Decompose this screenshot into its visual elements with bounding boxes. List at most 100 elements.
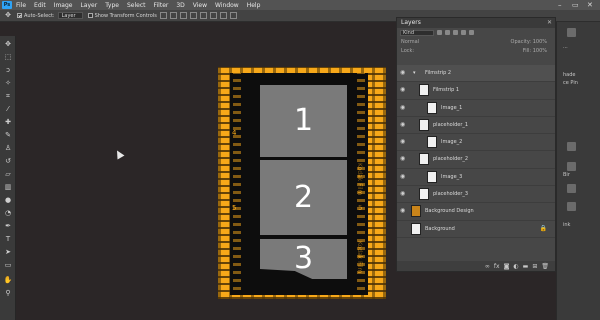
- layer-name: placeholder_1: [433, 121, 469, 128]
- layer-kind-filter[interactable]: Kind: [400, 29, 434, 36]
- filter-shape-icon[interactable]: [461, 30, 466, 35]
- minimize-icon[interactable]: –: [558, 1, 562, 9]
- type-icon[interactable]: T: [3, 235, 13, 244]
- panel-icon-2[interactable]: [567, 162, 576, 171]
- panel-icon-4[interactable]: [567, 202, 576, 211]
- layers-panel-tab[interactable]: Layers ✕: [397, 18, 555, 28]
- transform-controls-option[interactable]: Show Transform Controls: [87, 13, 157, 19]
- film-frame-number: 5: [358, 204, 363, 212]
- photo-placeholder-3[interactable]: 3: [260, 239, 347, 279]
- maximize-icon[interactable]: ▭: [572, 1, 579, 9]
- close-panel-icon[interactable]: ✕: [547, 18, 552, 28]
- trash-icon[interactable]: 🗑: [541, 263, 549, 270]
- layer-row[interactable]: ◉ Filmstrip 1: [397, 82, 555, 100]
- history-brush-icon[interactable]: ↺: [3, 157, 13, 166]
- layer-row[interactable]: ◉ ▾ Filmstrip 2: [397, 65, 555, 83]
- panel-icon-1[interactable]: [567, 142, 576, 151]
- align-left-icon[interactable]: [189, 12, 197, 19]
- menu-edit[interactable]: Edit: [30, 2, 50, 9]
- layer-thumbnail: [427, 136, 437, 149]
- layer-row[interactable]: ◉ Background Design: [397, 203, 555, 221]
- document-canvas[interactable]: 1 2 3 4 5 5 Kodak Film Kodak Film: [218, 67, 386, 299]
- shape-icon[interactable]: ▭: [3, 261, 13, 270]
- filter-smart-icon[interactable]: [469, 30, 474, 35]
- distribute-icon[interactable]: [219, 12, 227, 19]
- layer-row[interactable]: ◉ placeholder_3: [397, 186, 555, 204]
- folder-icon[interactable]: ▬: [523, 263, 529, 270]
- close-icon[interactable]: ✕: [587, 1, 593, 9]
- layer-row[interactable]: ◉ Image_3: [397, 169, 555, 187]
- photo-placeholder-2[interactable]: 2: [260, 160, 347, 235]
- menu-filter[interactable]: Filter: [150, 2, 173, 9]
- visibility-eye-icon[interactable]: ◉: [400, 104, 406, 110]
- move-tool-preset-icon[interactable]: ✥: [4, 11, 12, 20]
- filter-adjustment-icon[interactable]: [445, 30, 450, 35]
- menu-window[interactable]: Window: [211, 2, 243, 9]
- healing-icon[interactable]: ✚: [3, 118, 13, 127]
- layer-row[interactable]: Background 🔒: [397, 221, 555, 238]
- transform-controls-checkbox[interactable]: [87, 13, 93, 18]
- visibility-eye-icon[interactable]: ◉: [400, 191, 406, 197]
- auto-select-dropdown[interactable]: Layer: [57, 12, 83, 19]
- gradient-icon[interactable]: ▥: [3, 183, 13, 192]
- filter-type-icon[interactable]: [453, 30, 458, 35]
- panel-collapse-icon[interactable]: [567, 28, 576, 37]
- 3d-mode-icon[interactable]: [229, 12, 237, 19]
- opacity-value[interactable]: 100%: [533, 39, 547, 45]
- eyedropper-icon[interactable]: ⁄: [3, 105, 13, 114]
- blend-mode-dropdown[interactable]: Normal: [401, 39, 419, 45]
- menu-layer[interactable]: Layer: [76, 2, 101, 9]
- layer-name: Image_3: [441, 173, 463, 180]
- align-bottom-icon[interactable]: [179, 12, 187, 19]
- photo-placeholder-1[interactable]: 1: [260, 85, 347, 157]
- new-layer-icon[interactable]: ⊞: [532, 263, 537, 270]
- layer-row[interactable]: ◉ Image_1: [397, 100, 555, 117]
- menu-image[interactable]: Image: [50, 2, 77, 9]
- eraser-icon[interactable]: ▱: [3, 170, 13, 179]
- move-icon[interactable]: ✥: [3, 40, 13, 49]
- layer-row[interactable]: ◉ Image_2: [397, 134, 555, 152]
- menu-help[interactable]: Help: [243, 2, 265, 9]
- visibility-eye-icon[interactable]: ◉: [400, 208, 406, 214]
- visibility-eye-icon[interactable]: ◉: [400, 139, 406, 145]
- layer-row[interactable]: ◉ placeholder_1: [397, 117, 555, 135]
- filter-pixel-icon[interactable]: [437, 30, 442, 35]
- visibility-eye-icon[interactable]: ◉: [400, 156, 406, 162]
- pen-icon[interactable]: ✒: [3, 222, 13, 231]
- stamp-icon[interactable]: ♙: [3, 144, 13, 153]
- crop-icon[interactable]: ⌗: [3, 92, 13, 101]
- brush-icon[interactable]: ✎: [3, 131, 13, 140]
- visibility-eye-icon[interactable]: ◉: [400, 70, 406, 76]
- marquee-icon[interactable]: ⬚: [3, 53, 13, 62]
- visibility-eye-icon[interactable]: ◉: [400, 121, 406, 127]
- menu-type[interactable]: Type: [101, 2, 123, 9]
- fx-icon[interactable]: fx: [494, 263, 500, 270]
- dodge-icon[interactable]: ◔: [3, 209, 13, 218]
- hand-icon[interactable]: ✋: [3, 276, 13, 285]
- fill-value[interactable]: 100%: [533, 48, 547, 54]
- adjustment-icon[interactable]: ◐: [513, 263, 518, 270]
- layer-chevron-icon[interactable]: ▾: [413, 70, 416, 76]
- visibility-eye-icon[interactable]: ◉: [400, 173, 406, 179]
- align-top-icon[interactable]: [159, 12, 167, 19]
- visibility-eye-icon[interactable]: ◉: [400, 87, 406, 93]
- layer-row[interactable]: ◉ placeholder_2: [397, 151, 555, 169]
- auto-select-option[interactable]: Auto-Select: Layer: [17, 12, 83, 19]
- align-middle-icon[interactable]: [169, 12, 177, 19]
- auto-select-checkbox[interactable]: [17, 13, 22, 18]
- auto-select-label: Auto-Select:: [24, 12, 55, 19]
- path-select-icon[interactable]: ➤: [3, 248, 13, 257]
- align-right-icon[interactable]: [209, 12, 217, 19]
- menu-select[interactable]: Select: [123, 2, 150, 9]
- mask-icon[interactable]: ◙: [504, 263, 510, 270]
- menu-file[interactable]: File: [12, 2, 30, 9]
- lasso-icon[interactable]: ↄ: [3, 66, 13, 75]
- magic-wand-icon[interactable]: ✧: [3, 79, 13, 88]
- align-center-icon[interactable]: [199, 12, 207, 19]
- blur-icon[interactable]: ●: [3, 196, 13, 205]
- menu-3d[interactable]: 3D: [172, 2, 188, 9]
- menu-view[interactable]: View: [189, 2, 211, 9]
- panel-icon-3[interactable]: [567, 184, 576, 193]
- zoom-icon[interactable]: ⚲: [3, 289, 13, 298]
- link-icon[interactable]: ∞: [485, 263, 490, 270]
